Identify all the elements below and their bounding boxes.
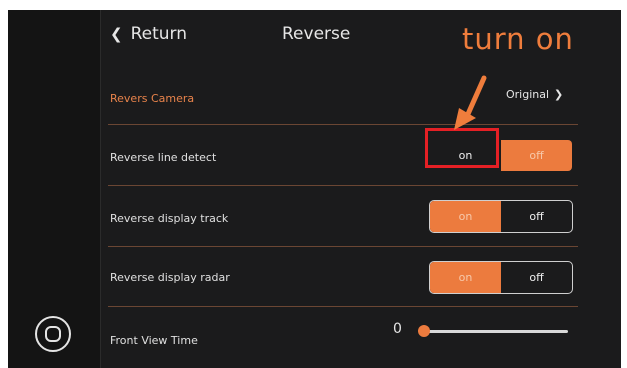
home-button[interactable] [35, 316, 71, 352]
reverse-display-radar-on[interactable]: on [430, 262, 501, 293]
reverse-display-radar-off[interactable]: off [501, 262, 572, 293]
reverse-display-track-label: Reverse display track [110, 212, 229, 225]
reverse-line-detect-off[interactable]: off [501, 140, 572, 171]
slider-knob[interactable] [418, 325, 430, 337]
front-view-time-value: 0 [393, 321, 402, 337]
row-divider [108, 246, 578, 247]
return-label: Return [130, 24, 187, 44]
reverse-display-track-toggle[interactable]: on off [429, 200, 573, 233]
reverse-display-track-off[interactable]: off [501, 201, 572, 232]
page-title: Reverse [282, 24, 351, 44]
original-selector[interactable]: Original ❯ [506, 88, 563, 101]
annotation-text: turn on [462, 22, 574, 56]
home-icon [45, 326, 61, 342]
reverse-display-radar-label: Reverse display radar [110, 271, 230, 284]
row-divider [108, 185, 578, 186]
slider-track [422, 330, 568, 333]
reverse-display-radar-toggle[interactable]: on off [429, 261, 573, 294]
return-button[interactable]: ❮ Return [110, 24, 187, 44]
arrow-icon [454, 75, 487, 130]
left-sidebar [8, 10, 101, 368]
row-divider [108, 124, 578, 125]
chevron-left-icon: ❮ [110, 25, 123, 43]
reverse-settings-screen [8, 10, 621, 368]
chevron-right-icon: ❯ [554, 88, 564, 101]
front-view-time-slider[interactable] [418, 324, 568, 338]
revers-camera-label: Revers Camera [110, 92, 195, 105]
reverse-line-detect-label: Reverse line detect [110, 151, 217, 164]
original-value: Original [506, 88, 550, 101]
row-divider [108, 306, 578, 307]
front-view-time-label: Front View Time [110, 334, 198, 347]
reverse-display-track-on[interactable]: on [430, 201, 501, 232]
